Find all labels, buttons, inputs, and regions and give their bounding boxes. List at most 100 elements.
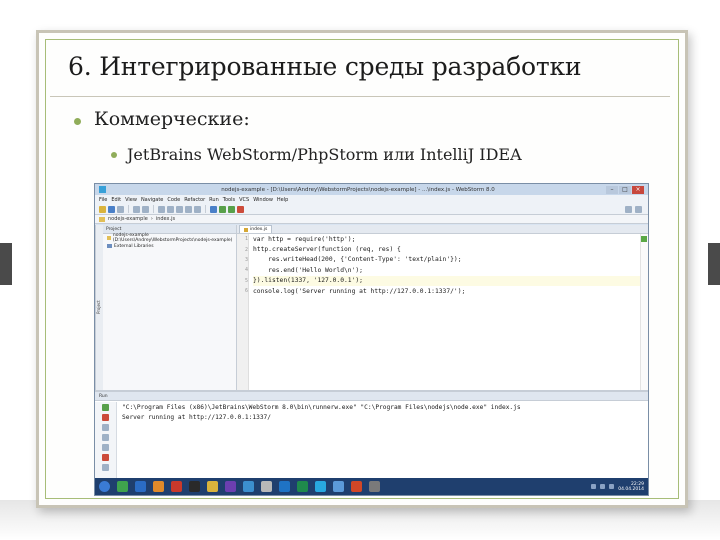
menu-help[interactable]: Help bbox=[277, 197, 288, 203]
ide-menubar: File Edit View Navigate Code Refactor Ru… bbox=[95, 195, 648, 204]
outlook-icon[interactable] bbox=[279, 481, 290, 492]
project-tool-window-strip[interactable]: Project bbox=[95, 225, 103, 390]
pause-icon[interactable] bbox=[102, 424, 109, 431]
rerun-icon[interactable] bbox=[102, 404, 109, 411]
project-strip-label[interactable]: Project bbox=[96, 301, 101, 315]
menu-file[interactable]: File bbox=[99, 197, 107, 203]
run-config-icon[interactable] bbox=[210, 205, 217, 213]
debug-icon[interactable] bbox=[228, 205, 235, 213]
undo-icon[interactable] bbox=[133, 205, 140, 213]
menu-tools[interactable]: Tools bbox=[223, 197, 235, 203]
close-run-icon[interactable] bbox=[102, 454, 109, 461]
firefox-icon[interactable] bbox=[153, 481, 164, 492]
breadcrumb-file[interactable]: index.js bbox=[156, 216, 175, 222]
close-button[interactable]: × bbox=[632, 185, 644, 194]
ide-screenshot: nodejs-example - [D:\Users\Andrey\Websto… bbox=[94, 183, 649, 496]
inspection-ok-icon bbox=[641, 236, 647, 242]
volume-icon[interactable] bbox=[600, 484, 606, 489]
code-line: 2 http.createServer(function (req, res) … bbox=[245, 244, 648, 254]
skype-icon[interactable] bbox=[315, 481, 326, 492]
breadcrumb-project[interactable]: nodejs-example bbox=[108, 216, 148, 222]
visual-studio-icon[interactable] bbox=[225, 481, 236, 492]
tree-item-project[interactable]: nodejs-example (D:\Users\Andrey\Webstorm… bbox=[103, 233, 236, 243]
menu-edit[interactable]: Edit bbox=[111, 197, 121, 203]
ide-workspace: Project Project nodejs-example (D:\Users… bbox=[95, 225, 648, 390]
console-output[interactable]: "C:\Program Files (x86)\JetBrains\WebSto… bbox=[122, 404, 642, 424]
code-text: }).listen(1337, '127.0.0.1'); bbox=[253, 277, 363, 285]
code-text: http.createServer(function (req, res) { bbox=[253, 246, 401, 254]
editor-scrollbar[interactable] bbox=[640, 234, 648, 390]
toolbar-separator bbox=[205, 205, 206, 213]
line-number: 5 bbox=[244, 277, 248, 284]
pin-icon[interactable] bbox=[102, 464, 109, 471]
cut-icon[interactable] bbox=[158, 205, 165, 213]
ie-icon[interactable] bbox=[135, 481, 146, 492]
redo-icon[interactable] bbox=[142, 205, 149, 213]
save-icon[interactable] bbox=[108, 205, 115, 213]
excel-icon[interactable] bbox=[297, 481, 308, 492]
code-text: res.end('Hello World\n'); bbox=[253, 266, 363, 274]
clock[interactable]: 22:29 04.04.2014 bbox=[618, 482, 644, 492]
filezilla-icon[interactable] bbox=[171, 481, 182, 492]
menu-navigate[interactable]: Navigate bbox=[141, 197, 163, 203]
language-icon[interactable] bbox=[609, 484, 615, 489]
run-icon[interactable] bbox=[219, 205, 226, 213]
replace-icon[interactable] bbox=[194, 205, 201, 213]
menu-view[interactable]: View bbox=[125, 197, 137, 203]
chrome-icon[interactable] bbox=[207, 481, 218, 492]
menu-window[interactable]: Window bbox=[253, 197, 273, 203]
tab-index-js[interactable]: index.js bbox=[239, 225, 273, 233]
project-panel: Project nodejs-example (D:\Users\Andrey\… bbox=[103, 225, 237, 390]
explorer-icon[interactable] bbox=[117, 481, 128, 492]
ide-window-title: nodejs-example - [D:\Users\Andrey\Websto… bbox=[221, 186, 495, 193]
code-editor[interactable]: index.js 1 var http = require('http'); 2… bbox=[237, 225, 648, 390]
tree-item-external-libraries[interactable]: External Libraries bbox=[103, 242, 236, 250]
menu-code[interactable]: Code bbox=[167, 197, 180, 203]
minimize-button[interactable]: – bbox=[606, 185, 618, 194]
maximize-button[interactable]: □ bbox=[619, 185, 631, 194]
webstorm-taskbar-icon[interactable] bbox=[243, 481, 254, 492]
toolbar-right-group bbox=[625, 205, 648, 213]
stop-run-icon[interactable] bbox=[102, 414, 109, 421]
folder-icon bbox=[107, 236, 111, 240]
code-line-current: 5 }).listen(1337, '127.0.0.1'); bbox=[245, 275, 648, 286]
menu-run[interactable]: Run bbox=[209, 197, 219, 203]
app-icon[interactable] bbox=[369, 481, 380, 492]
find-icon[interactable] bbox=[185, 205, 192, 213]
terminal-icon[interactable] bbox=[189, 481, 200, 492]
clock-date: 04.04.2014 bbox=[618, 486, 644, 492]
code-text: var http = require('http'); bbox=[253, 235, 356, 243]
paste-icon[interactable] bbox=[176, 205, 183, 213]
project-panel-title[interactable]: Project bbox=[106, 227, 121, 232]
line-number: 2 bbox=[244, 246, 248, 253]
scroll-end-icon[interactable] bbox=[102, 434, 109, 441]
menu-refactor[interactable]: Refactor bbox=[184, 197, 205, 203]
code-line: 3 res.writeHead(200, {'Content-Type': 't… bbox=[245, 255, 648, 265]
windows-taskbar: 22:29 04.04.2014 bbox=[95, 478, 648, 495]
tree-item-label: External Libraries bbox=[114, 243, 154, 249]
word-icon[interactable] bbox=[333, 481, 344, 492]
notepad-icon[interactable] bbox=[261, 481, 272, 492]
stop-icon[interactable] bbox=[237, 205, 244, 213]
window-controls: – □ × bbox=[606, 185, 644, 194]
start-button-icon[interactable] bbox=[99, 481, 110, 492]
line-number: 3 bbox=[244, 256, 248, 263]
copy-icon[interactable] bbox=[167, 205, 174, 213]
run-panel-title[interactable]: Run bbox=[99, 394, 108, 399]
settings-icon[interactable] bbox=[625, 205, 632, 213]
code-area[interactable]: 1 var http = require('http'); 2 http.cre… bbox=[245, 234, 648, 296]
library-icon bbox=[107, 244, 112, 248]
print-icon[interactable] bbox=[102, 444, 109, 451]
system-tray: 22:29 04.04.2014 bbox=[591, 482, 648, 492]
slide-left-tab bbox=[0, 243, 12, 285]
code-line: 6 console.log('Server running at http://… bbox=[245, 286, 648, 296]
powerpoint-icon[interactable] bbox=[351, 481, 362, 492]
console-line: "C:\Program Files (x86)\JetBrains\WebSto… bbox=[122, 404, 521, 411]
sync-icon[interactable] bbox=[117, 205, 124, 213]
menu-vcs[interactable]: VCS bbox=[239, 197, 249, 203]
toolbar-separator bbox=[128, 205, 129, 213]
help-icon[interactable] bbox=[635, 205, 642, 213]
open-folder-icon[interactable] bbox=[99, 205, 106, 213]
network-icon[interactable] bbox=[591, 484, 597, 489]
run-toolbar bbox=[95, 402, 117, 479]
